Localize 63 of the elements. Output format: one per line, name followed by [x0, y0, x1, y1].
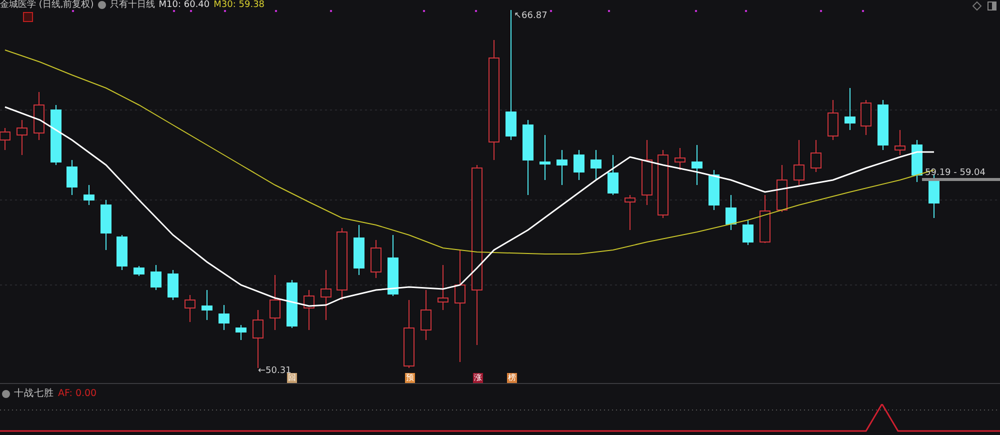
- signal-marker: 榜: [507, 373, 517, 383]
- candlestick: [116, 234, 128, 270]
- candlestick: [674, 148, 686, 170]
- square-icon: [23, 12, 33, 22]
- high-price-label: ↖66.87: [514, 11, 548, 21]
- dropdown-icon[interactable]: [2, 390, 10, 398]
- candlestick: [236, 324, 246, 340]
- candlestick: [50, 104, 62, 166]
- candlestick: [270, 274, 280, 330]
- candlestick: [742, 220, 754, 246]
- candlestick: [810, 140, 822, 172]
- candlestick: [168, 270, 178, 300]
- price-range-label: 59.19 - 59.04: [925, 168, 986, 178]
- signal-marker: 涨: [473, 373, 483, 383]
- candlestick: [202, 290, 212, 320]
- candlestick: [928, 174, 940, 218]
- af-value: AF: 0.00: [58, 388, 97, 400]
- candlestick: [184, 294, 196, 322]
- candlestick: [218, 304, 230, 330]
- candlestick: [692, 144, 702, 186]
- diamond-icon[interactable]: [972, 1, 982, 11]
- candlestick: [66, 160, 78, 196]
- candlestick: [354, 224, 364, 276]
- candlestick: [590, 150, 602, 180]
- candlestick: [574, 150, 584, 180]
- candlestick: [286, 280, 298, 328]
- candlestick: [134, 266, 144, 276]
- candlestick: [438, 264, 448, 310]
- candlestick: [878, 100, 888, 150]
- candlestick: [860, 100, 872, 136]
- candlestick: [760, 194, 770, 244]
- candlestick: [420, 290, 432, 340]
- candlestick: [708, 170, 720, 210]
- candlestick: [624, 194, 636, 230]
- candlestick: [726, 194, 736, 230]
- candlestick: [304, 290, 314, 330]
- candlestick: [794, 140, 804, 186]
- panel-icon[interactable]: [987, 1, 997, 11]
- candlestick: [370, 240, 382, 278]
- candlestick: [388, 234, 398, 296]
- m10-value: M10: 60.40: [158, 0, 210, 10]
- candlestick: [16, 120, 28, 156]
- signal-marker: 预: [405, 373, 415, 383]
- candlestick: [844, 88, 856, 130]
- candlestick: [320, 270, 332, 320]
- dropdown-icon[interactable]: [98, 1, 106, 9]
- candlestick: [540, 134, 550, 180]
- candlestick: [894, 130, 906, 156]
- candlestick: [404, 300, 414, 368]
- signal-marker: 回: [287, 373, 297, 383]
- candlestick: [608, 154, 618, 196]
- candlestick: [776, 164, 788, 212]
- candlestick: [100, 200, 112, 250]
- candlestick: [34, 92, 44, 140]
- candlestick: [84, 184, 94, 206]
- candlestick: [642, 140, 652, 206]
- candlestick: [150, 264, 162, 290]
- candlestick: [828, 100, 838, 140]
- indicator-name: 十战七胜: [14, 388, 54, 400]
- candlestick: [658, 150, 668, 218]
- m30-value: M30: 59.38: [214, 0, 265, 10]
- candlestick: [912, 140, 922, 182]
- candlestick: [556, 150, 568, 186]
